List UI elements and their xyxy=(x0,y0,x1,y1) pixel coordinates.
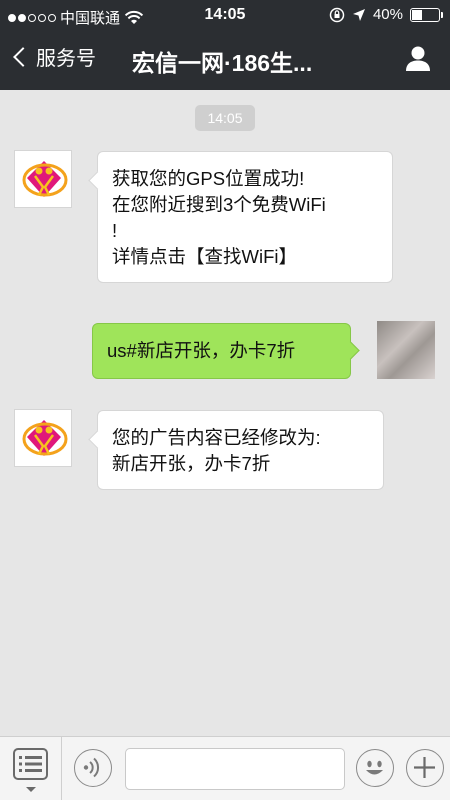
wifi-link-text[interactable]: 详情点击【查找WiFi】 xyxy=(112,244,378,270)
emoji-icon xyxy=(366,760,383,775)
account-avatar[interactable] xyxy=(14,150,72,208)
input-toolbar xyxy=(0,736,450,800)
message-line: 获取您的GPS位置成功! xyxy=(112,168,305,189)
message-line: 在您附近搜到3个免费WiFi xyxy=(112,194,326,215)
battery-fill xyxy=(412,9,423,20)
battery-percent: 40% xyxy=(372,6,403,23)
bubble-tail xyxy=(88,430,107,449)
nav-bar: 服务号 宏信一网·186生... xyxy=(0,30,450,90)
location-arrow-icon xyxy=(352,8,365,21)
bubble-tail xyxy=(341,341,360,360)
plus-icon xyxy=(414,757,435,778)
message-bubble-incoming[interactable]: 获取您的GPS位置成功! 在您附近搜到3个免费WiFi ! 详情点击【查找WiF… xyxy=(88,151,393,283)
message-line: 新店开张，办卡7折 xyxy=(112,453,271,474)
person-icon[interactable] xyxy=(404,44,432,72)
top-bar: 中国联通 14:05 40% 服务号 宏信一网·186生... xyxy=(0,0,450,90)
message-line: ! xyxy=(112,220,118,241)
plus-button[interactable] xyxy=(406,749,444,787)
back-button[interactable]: 服务号 xyxy=(10,42,96,71)
voice-icon xyxy=(83,757,100,778)
voice-button[interactable] xyxy=(74,749,112,787)
message-line: 您的广告内容已经修改为: xyxy=(112,427,321,448)
page-title: 宏信一网·186生... xyxy=(132,50,313,76)
message-line: us#新店开张，办卡7折 xyxy=(107,340,296,361)
message-bubble-outgoing[interactable]: us#新店开张，办卡7折 xyxy=(92,323,360,379)
status-right: 40% xyxy=(329,6,443,23)
back-label: 服务号 xyxy=(36,48,96,70)
chevron-left-icon xyxy=(13,46,33,67)
bubble-tail xyxy=(88,171,107,190)
status-bar: 中国联通 14:05 40% xyxy=(0,0,450,30)
account-logo-icon xyxy=(22,420,68,456)
chat-timestamp: 14:05 xyxy=(195,105,255,131)
list-menu-icon xyxy=(13,748,48,792)
account-avatar[interactable] xyxy=(14,409,72,467)
account-logo-icon xyxy=(22,161,68,197)
menu-toggle-button[interactable] xyxy=(0,737,62,800)
message-input[interactable] xyxy=(125,748,345,790)
battery-icon xyxy=(410,7,443,22)
rotation-lock-icon xyxy=(329,7,345,22)
message-bubble-incoming[interactable]: 您的广告内容已经修改为: 新店开张，办卡7折 xyxy=(88,410,384,490)
user-avatar[interactable] xyxy=(377,321,435,379)
emoji-button[interactable] xyxy=(356,749,394,787)
